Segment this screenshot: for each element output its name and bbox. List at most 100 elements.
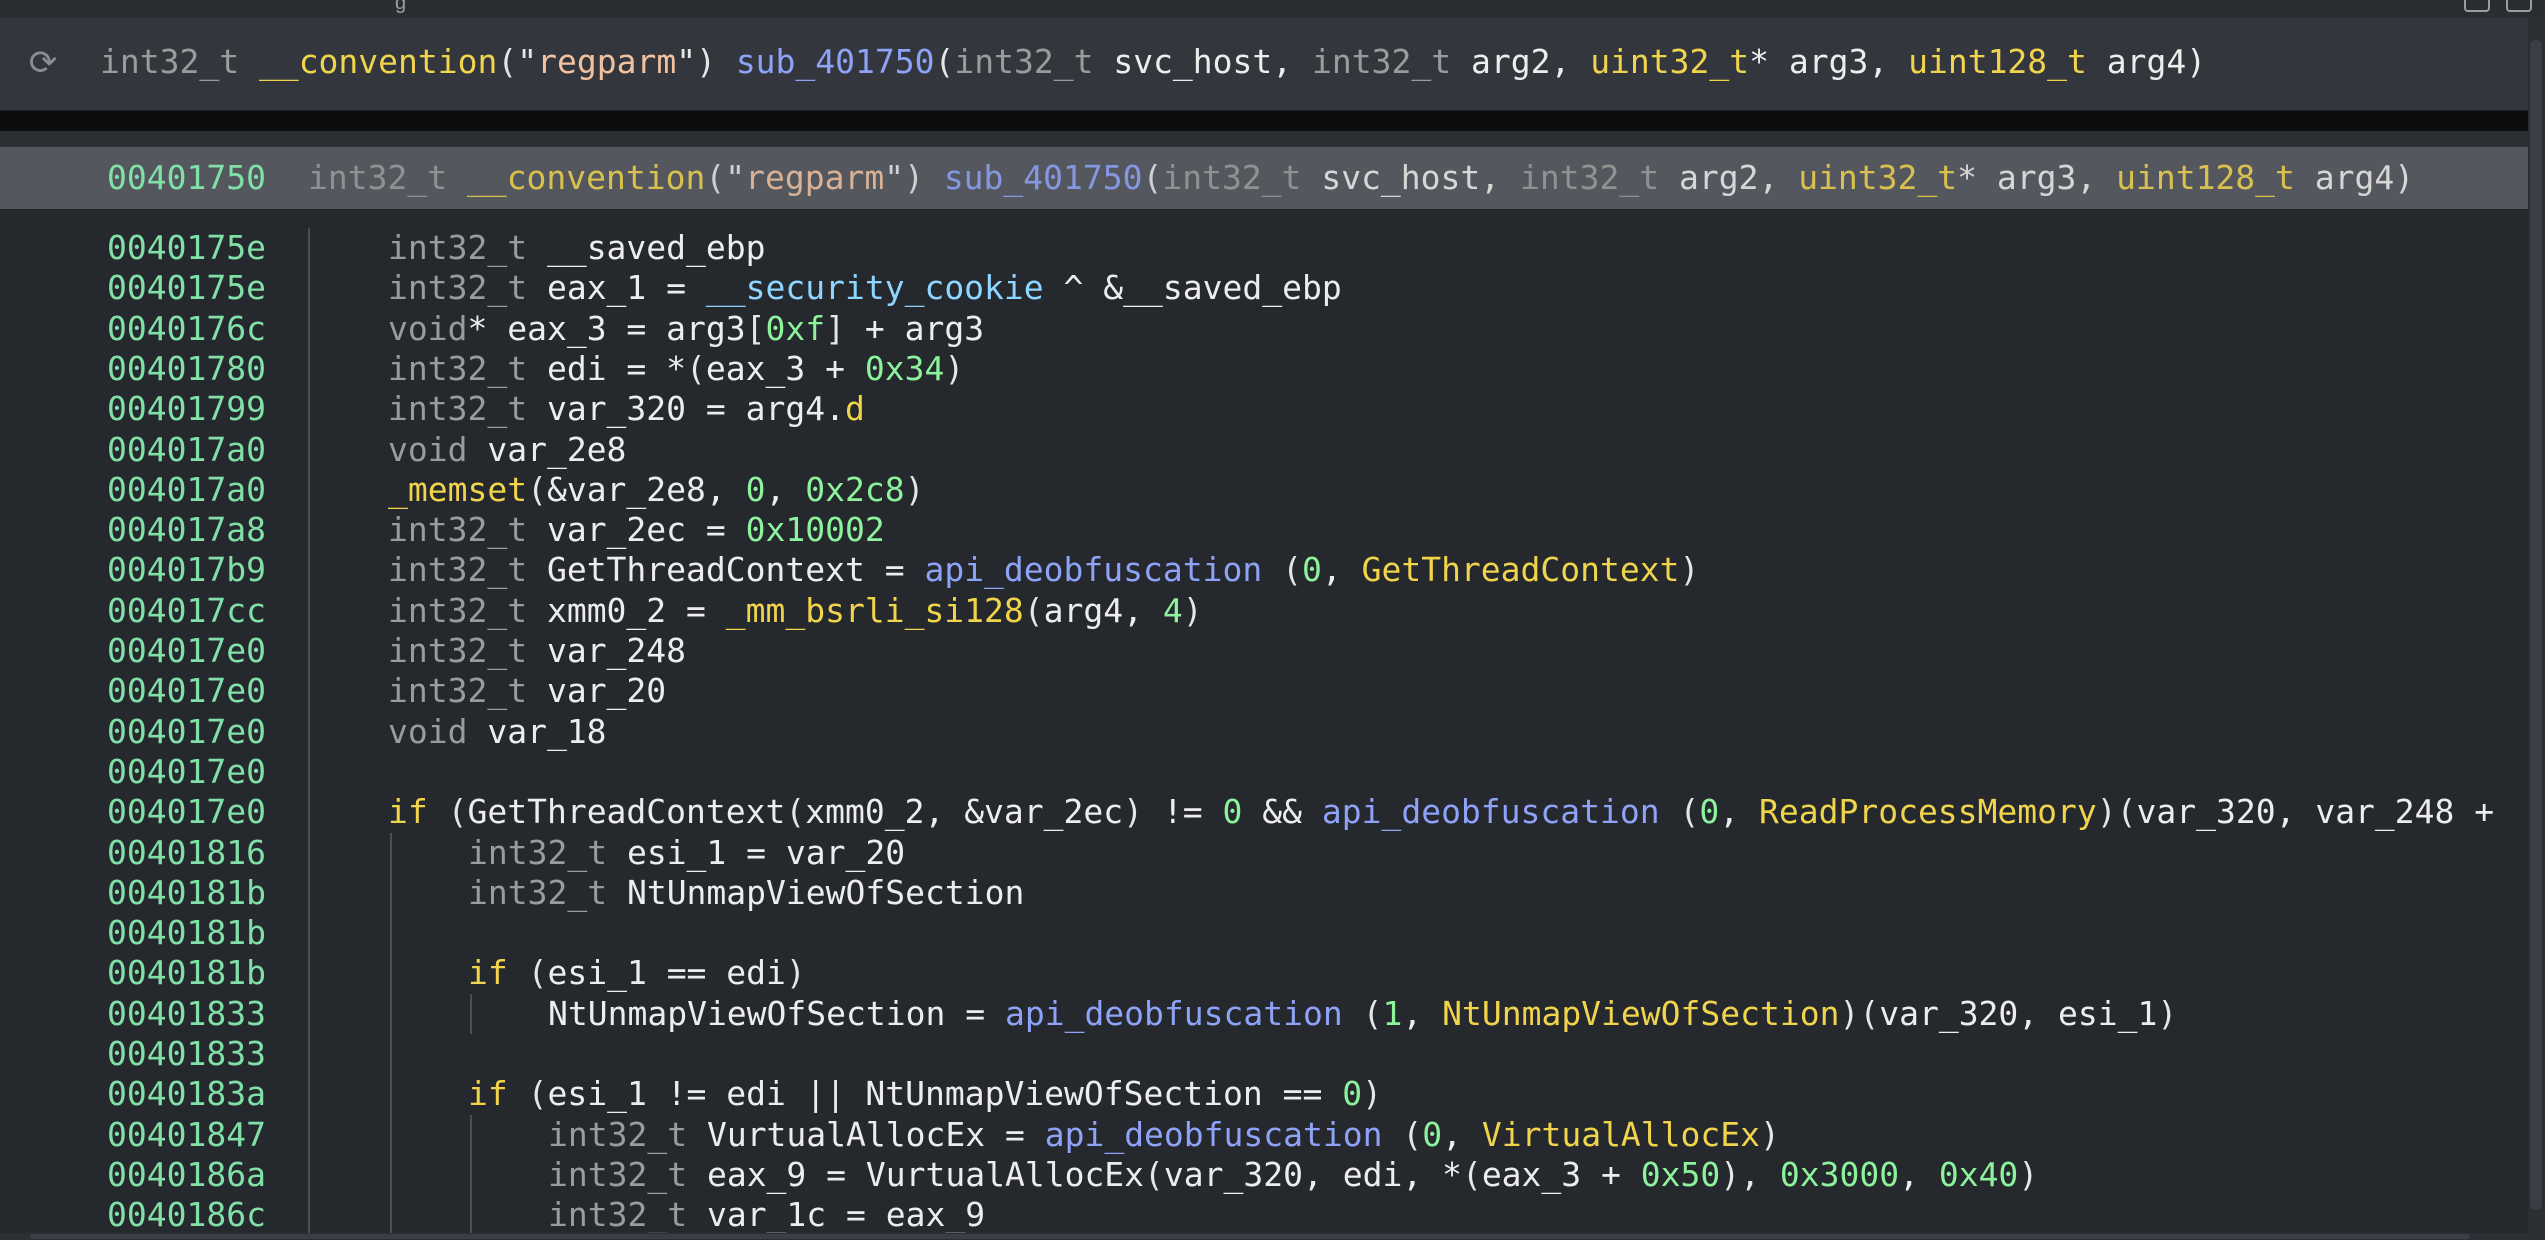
line-address[interactable]: 004017e0 [107,752,266,792]
code-token: int32_t [388,550,547,589]
code-token: api_deobfuscation [1321,792,1660,831]
line-address[interactable]: 004017cc [107,591,266,631]
line-address[interactable]: 00401799 [107,389,266,429]
line-address[interactable]: 004017e0 [107,712,266,752]
code-token: uint32_t [1590,42,1750,81]
code-token: , [1719,792,1759,831]
code-token: ) [785,953,806,992]
code-line[interactable]: 0040176c void* eax_3 = arg3[0xf] + arg3 [0,309,2528,349]
code-line[interactable]: 00401833 [0,1034,2528,1074]
line-address[interactable]: 0040183a [107,1074,266,1114]
code-token: var_320, esi_1 [1879,994,2158,1033]
code-token: uint128_t [1908,42,2107,81]
code-line[interactable]: 00401799 int32_t var_320 = arg4.d [0,389,2528,429]
line-address[interactable]: 0040181b [107,953,266,993]
line-source: _memset(&var_2e8, 0, 0x2c8) [388,470,924,510]
code-line[interactable]: 004017a0 _memset(&var_2e8, 0, 0x2c8) [0,470,2528,510]
line-source: NtUnmapViewOfSection = api_deobfuscation… [548,994,2177,1034]
code-token: svc_host, [1321,158,1521,197]
line-source: int32_t var_248 [388,631,686,671]
code-line[interactable]: 004017a8 int32_t var_2ec = 0x10002 [0,510,2528,550]
line-address[interactable]: 0040175e [107,268,266,308]
code-token: ( [686,349,706,388]
line-address[interactable]: 00401847 [107,1115,266,1155]
code-line[interactable]: 00401780 int32_t edi = *(eax_3 + 0x34) [0,349,2528,389]
code-token: regparm [745,158,885,197]
line-address[interactable]: 0040181b [107,873,266,913]
line-address[interactable]: 0040181b [107,913,266,953]
window-top-strip: g [0,0,2545,18]
highlighted-function-line[interactable]: 00401750 int32_t __convention("regparm")… [0,147,2528,209]
code-line[interactable]: 0040175e int32_t eax_1 = __security_cooki… [0,268,2528,308]
line-address[interactable]: 004017b9 [107,550,266,590]
code-token: VurtualAllocEx = [706,1115,1045,1154]
line-address[interactable]: 00401780 [107,349,266,389]
code-token: NtUnmapViewOfSection [626,873,1025,912]
code-line[interactable]: 0040186c int32_t var_1c = eax_9 [0,1195,2528,1233]
code-token: var_18 [487,712,607,751]
code-line[interactable]: 0040186a int32_t eax_9 = VurtualAllocEx(v… [0,1155,2528,1195]
line-address[interactable]: 00401816 [107,833,266,873]
window-control-icon[interactable] [2506,0,2532,12]
horizontal-scrollbar-thumb[interactable] [30,1234,2470,1239]
line-address[interactable]: 00401833 [107,994,266,1034]
code-line[interactable]: 0040183a if (esi_1 != edi || NtUnmapViewO… [0,1074,2528,1114]
line-address[interactable]: 0040186c [107,1195,266,1233]
code-token: ) [904,470,925,509]
code-token: 4 [1162,591,1183,630]
code-token: int32_t [1520,158,1679,197]
code-line[interactable]: 004017b9 int32_t GetThreadContext = api_d… [0,550,2528,590]
code-token: int32_t [1162,158,1322,197]
code-token: int32_t [548,1115,707,1154]
code-line[interactable]: 00401847 int32_t VurtualAllocEx = api_deo… [0,1115,2528,1155]
code-line[interactable]: 0040181b if (esi_1 == edi) [0,953,2528,993]
code-token: edi = * [546,349,687,388]
code-line[interactable]: 004017cc int32_t xmm0_2 = _mm_bsrli_si128… [0,591,2528,631]
code-token: if [388,792,448,831]
code-line[interactable]: 004017e0 if (GetThreadContext(xmm0_2, &va… [0,792,2528,832]
code-token: __saved_ebp [546,228,766,267]
code-token: ) [944,349,965,388]
code-token: * arg3, [1749,42,1909,81]
line-address[interactable]: 004017a0 [107,430,266,470]
code-line[interactable]: 00401816 int32_t esi_1 = var_20 [0,833,2528,873]
code-token: GetThreadContext [467,792,786,831]
line-source: int32_t eax_1 = __security_cookie ^ &__s… [388,268,1342,308]
line-address[interactable]: 0040176c [107,309,266,349]
line-address[interactable]: 004017a8 [107,510,266,550]
code-token: ( [1142,158,1163,197]
decompiled-code-view[interactable]: 0040175e int32_t __saved_ebp 0040175e int32… [0,228,2528,1233]
line-address[interactable]: 004017e0 [107,792,266,832]
code-token: int32_t [388,510,547,549]
code-line[interactable]: 00401833 NtUnmapViewOfSection = api_deobf… [0,994,2528,1034]
code-token: arg4) [2106,42,2207,81]
line-address[interactable]: 00401833 [107,1034,266,1074]
code-line[interactable]: 004017e0 int32_t var_20 [0,671,2528,711]
code-line[interactable]: 004017a0 void var_2e8 [0,430,2528,470]
line-address[interactable]: 004017e0 [107,671,266,711]
code-line[interactable]: 004017e0 int32_t var_248 [0,631,2528,671]
window-control-icon[interactable] [2464,0,2490,12]
code-token: int32_t [468,833,627,872]
line-address[interactable]: 004017e0 [107,631,266,671]
code-token: ) [2018,1155,2039,1194]
top-strip-text: g [395,0,407,14]
line-address[interactable]: 0040186a [107,1155,266,1195]
refresh-icon[interactable]: ⟳ [24,44,62,82]
vertical-scrollbar-thumb[interactable] [2530,40,2542,1210]
line-source: void* eax_3 = arg3[0xf] + arg3 [388,309,984,349]
function-header: ⟳ int32_t __convention("regparm") sub_40… [0,18,2528,111]
code-token: 0x34 [864,349,945,388]
code-line[interactable]: 0040181b [0,913,2528,953]
code-token: )( [1839,994,1880,1033]
code-line[interactable]: 0040175e int32_t __saved_ebp [0,228,2528,268]
code-token: ReadProcessMemory [1759,792,2097,831]
line-address[interactable]: 004017a0 [107,470,266,510]
code-token: if [468,953,528,992]
code-line[interactable]: 004017e0 void var_18 [0,712,2528,752]
code-token: 0 [1301,550,1322,589]
code-token: 0 [1699,792,1720,831]
code-line[interactable]: 0040181b int32_t NtUnmapViewOfSection [0,873,2528,913]
line-address[interactable]: 0040175e [107,228,266,268]
code-line[interactable]: 004017e0 [0,752,2528,792]
